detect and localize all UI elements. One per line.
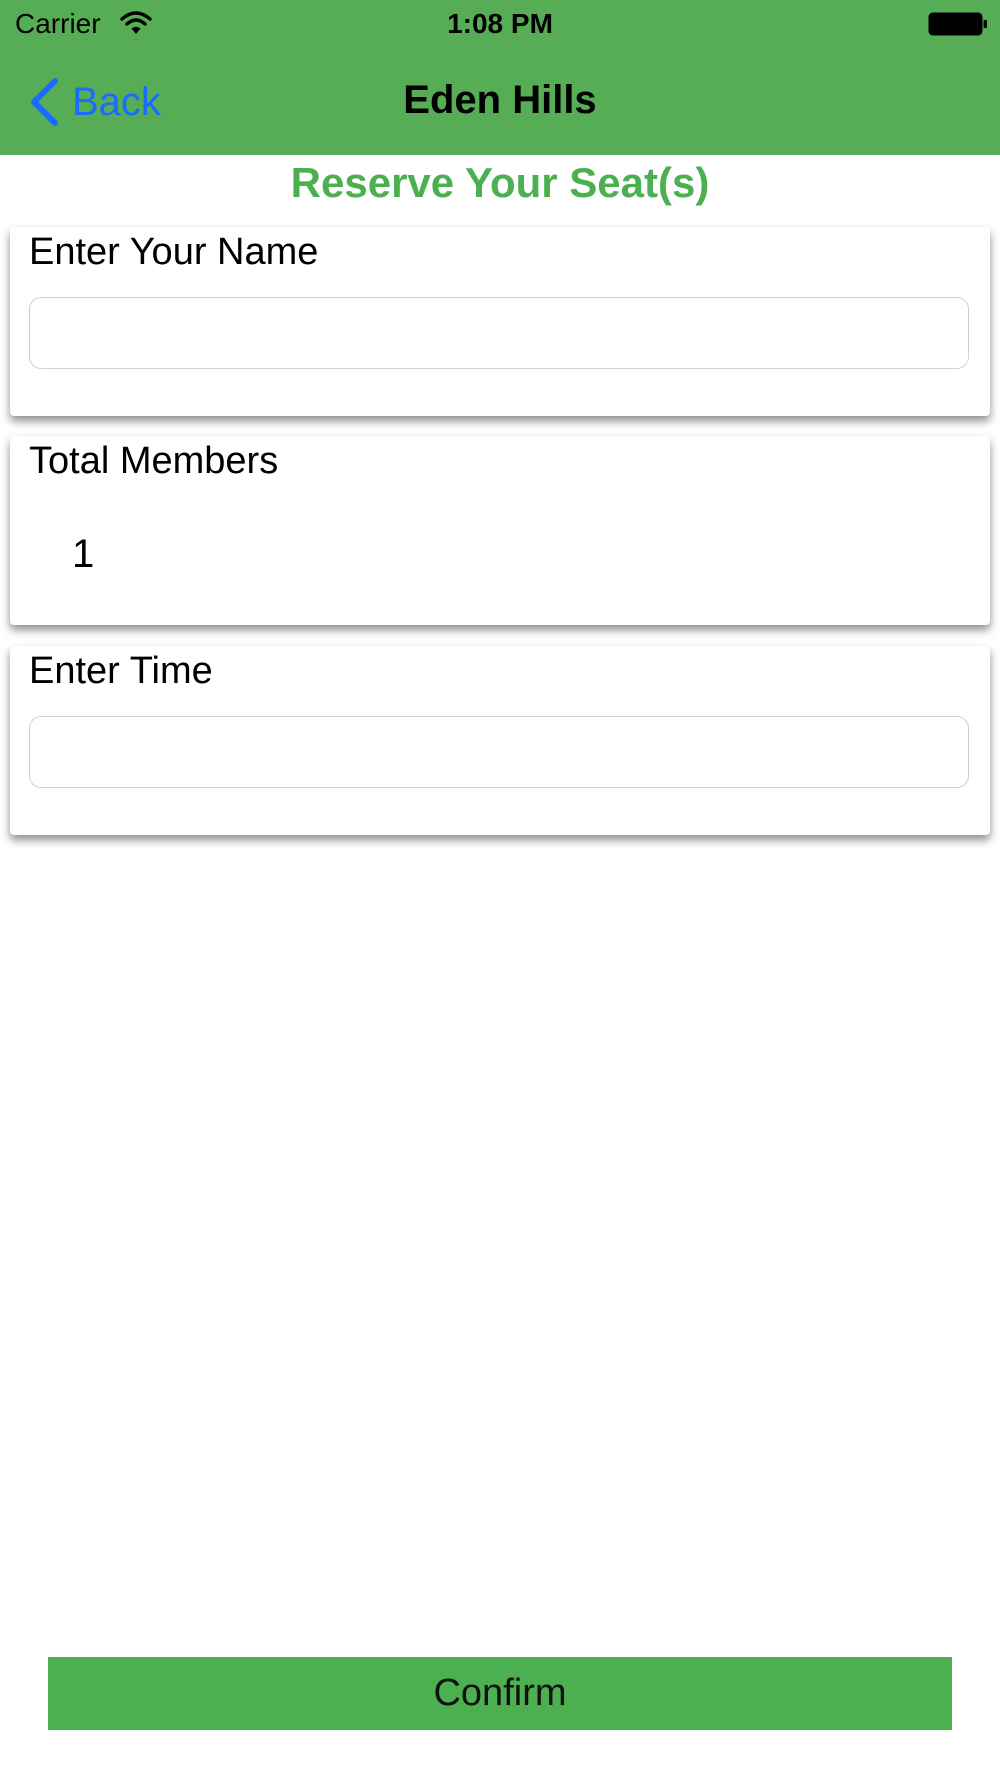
status-bar: Carrier 1:08 PM [0,0,1000,50]
members-count[interactable]: 1 [72,532,94,577]
members-card: Total Members 1 [10,436,990,625]
back-label: Back [72,79,161,124]
name-label: Enter Your Name [29,231,319,273]
time-input[interactable] [29,716,969,788]
page-title: Reserve Your Seat(s) [290,159,710,206]
battery-icon [928,12,987,36]
time-label: Enter Time [29,650,213,692]
name-input[interactable] [29,297,969,369]
name-card: Enter Your Name [10,227,990,416]
chevron-left-icon [31,78,58,126]
status-time: 1:08 PM [447,8,553,39]
navigation-bar: Back Eden Hills [0,50,1000,155]
back-button[interactable]: Back [28,76,161,128]
time-card: Enter Time [10,646,990,835]
header: Carrier 1:08 PM Back Eden Hills [0,0,1000,155]
confirm-button[interactable]: Confirm [48,1657,952,1730]
members-label: Total Members [29,440,279,482]
